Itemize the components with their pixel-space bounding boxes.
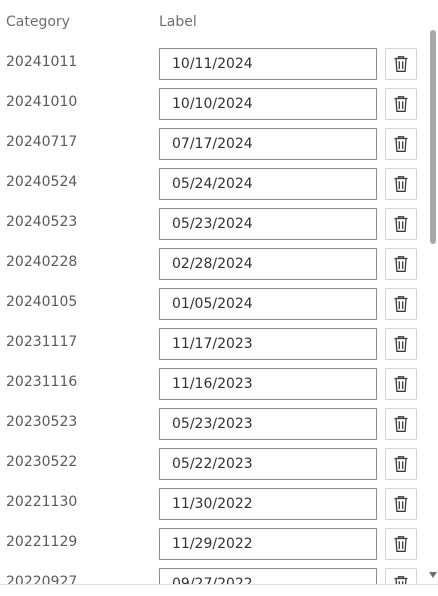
delete-button[interactable]	[385, 168, 417, 200]
trash-icon	[393, 495, 409, 513]
delete-button[interactable]	[385, 368, 417, 400]
table-row: 20221129	[0, 528, 428, 568]
trash-icon	[393, 375, 409, 393]
label-input[interactable]	[159, 128, 377, 160]
table-row: 20240524	[0, 168, 428, 208]
table-row: 20240228	[0, 248, 428, 288]
trash-icon	[393, 415, 409, 433]
scroll-down-arrow-icon[interactable]	[429, 572, 437, 578]
label-input[interactable]	[159, 408, 377, 440]
delete-button[interactable]	[385, 288, 417, 320]
label-input[interactable]	[159, 448, 377, 480]
category-value: 20240524	[6, 174, 78, 190]
delete-button[interactable]	[385, 328, 417, 360]
delete-button[interactable]	[385, 568, 417, 584]
label-input[interactable]	[159, 248, 377, 280]
trash-icon	[393, 175, 409, 193]
trash-icon	[393, 535, 409, 553]
category-value: 20240717	[6, 134, 78, 150]
category-value: 20221130	[6, 494, 78, 510]
table-header: Category Label	[0, 0, 428, 40]
category-value: 20230522	[6, 454, 78, 470]
category-value: 20240228	[6, 254, 78, 270]
category-column-header: Category	[6, 14, 70, 30]
delete-button[interactable]	[385, 88, 417, 120]
rows-list[interactable]: 20241011 20241010 20240717 20240524 20240523…	[0, 48, 428, 584]
category-value: 20240523	[6, 214, 78, 230]
trash-icon	[393, 55, 409, 73]
vertical-scrollbar[interactable]	[428, 24, 438, 584]
label-input[interactable]	[159, 48, 377, 80]
label-input[interactable]	[159, 528, 377, 560]
label-input[interactable]	[159, 368, 377, 400]
category-value: 20221129	[6, 534, 78, 550]
label-input[interactable]	[159, 488, 377, 520]
trash-icon	[393, 455, 409, 473]
delete-button[interactable]	[385, 248, 417, 280]
delete-button[interactable]	[385, 128, 417, 160]
label-input[interactable]	[159, 208, 377, 240]
delete-button[interactable]	[385, 528, 417, 560]
label-input[interactable]	[159, 88, 377, 120]
table-row: 20221130	[0, 488, 428, 528]
delete-button[interactable]	[385, 408, 417, 440]
category-value: 20240105	[6, 294, 78, 310]
delete-button[interactable]	[385, 208, 417, 240]
category-value: 20230523	[6, 414, 78, 430]
trash-icon	[393, 95, 409, 113]
table-row: 20231117	[0, 328, 428, 368]
delete-button[interactable]	[385, 488, 417, 520]
trash-icon	[393, 255, 409, 273]
label-input[interactable]	[159, 568, 377, 584]
trash-icon	[393, 215, 409, 233]
table-row: 20241011	[0, 48, 428, 88]
trash-icon	[393, 135, 409, 153]
label-input[interactable]	[159, 328, 377, 360]
delete-button[interactable]	[385, 48, 417, 80]
table-row: 20241010	[0, 88, 428, 128]
category-value: 20241010	[6, 94, 78, 110]
category-value: 20241011	[6, 54, 78, 70]
table-row: 20231116	[0, 368, 428, 408]
table-row: 20220927	[0, 568, 428, 584]
delete-button[interactable]	[385, 448, 417, 480]
table-row: 20230523	[0, 408, 428, 448]
scrollbar-thumb[interactable]	[430, 30, 436, 244]
trash-icon	[393, 335, 409, 353]
category-label-editor: Category Label 2024101120241010202407172…	[0, 0, 438, 596]
category-value: 20231116	[6, 374, 78, 390]
trash-icon	[393, 575, 409, 584]
table-row: 20230522	[0, 448, 428, 488]
label-input[interactable]	[159, 168, 377, 200]
category-value: 20220927	[6, 574, 78, 584]
label-input[interactable]	[159, 288, 377, 320]
category-value: 20231117	[6, 334, 78, 350]
table-row: 20240105	[0, 288, 428, 328]
label-column-header: Label	[159, 14, 197, 30]
trash-icon	[393, 295, 409, 313]
table-row: 20240717	[0, 128, 428, 168]
divider	[0, 584, 438, 585]
table-row: 20240523	[0, 208, 428, 248]
